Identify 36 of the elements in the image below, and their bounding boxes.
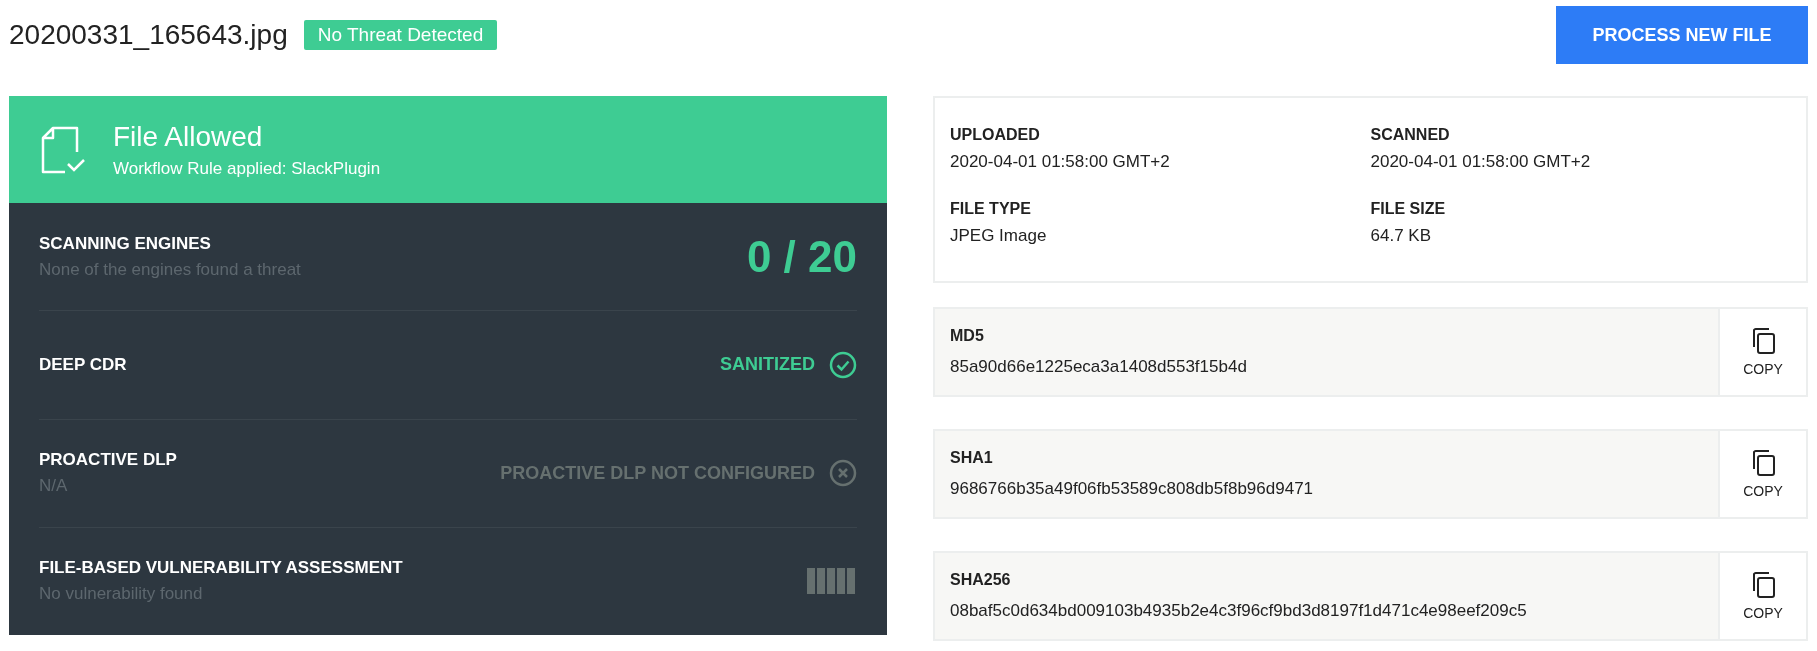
hash-value: 85a90d66e1225eca3a1408d553f15b4d [950,357,1248,377]
info-label: FILE TYPE [950,200,1032,218]
copy-button[interactable]: COPY [1718,309,1806,395]
cross-circle-icon [829,459,857,488]
check-label: SCANNING ENGINES [39,233,212,254]
hash-label: SHA256 [950,571,1012,589]
copy-icon [1750,449,1776,477]
hash-value: 9686766b35a49f06fb53589c808db5f8b96d9471 [950,479,1315,499]
vulnerability-bars-icon [807,568,857,595]
result-title: File Allowed [113,120,264,153]
copy-button[interactable]: COPY [1718,553,1806,639]
info-value: 64.7 KB [1370,226,1432,246]
info-label: FILE SIZE [1370,200,1447,218]
info-value: 2020-04-01 01:58:00 GMT+2 [950,152,1171,172]
check-status: SANITIZED [720,354,815,376]
file-check-icon [41,125,85,174]
copy-icon [1750,571,1776,599]
workflow-rule: Workflow Rule applied: SlackPlugin [113,158,381,179]
engine-count: 0 / 20 [746,231,857,282]
check-label: DEEP CDR [39,354,127,375]
check-status: PROACTIVE DLP NOT CONFIGURED [500,462,815,484]
info-label: UPLOADED [950,126,1041,144]
copy-button[interactable]: COPY [1718,431,1806,517]
info-label: SCANNED [1370,126,1451,144]
copy-icon [1750,327,1776,355]
check-label: FILE-BASED VULNERABILITY ASSESSMENT [39,558,403,579]
hash-value: 08baf5c0d634bd009103b4935b2e4c3f96cf9bd3d8197f1d471c4e98eef209c5 [950,601,1528,621]
info-value: JPEG Image [950,226,1048,246]
info-value: 2020-04-01 01:58:00 GMT+2 [1370,152,1592,172]
check-label: PROACTIVE DLP [39,450,177,471]
verdict-badge: No Threat Detected [303,20,498,50]
hash-label: MD5 [950,327,985,345]
process-new-file-button[interactable]: PROCESS NEW FILE [1556,6,1808,64]
file-name: 20200331_165643.jpg [9,19,288,51]
check-circle-icon [829,350,857,379]
hash-label: SHA1 [950,449,994,467]
